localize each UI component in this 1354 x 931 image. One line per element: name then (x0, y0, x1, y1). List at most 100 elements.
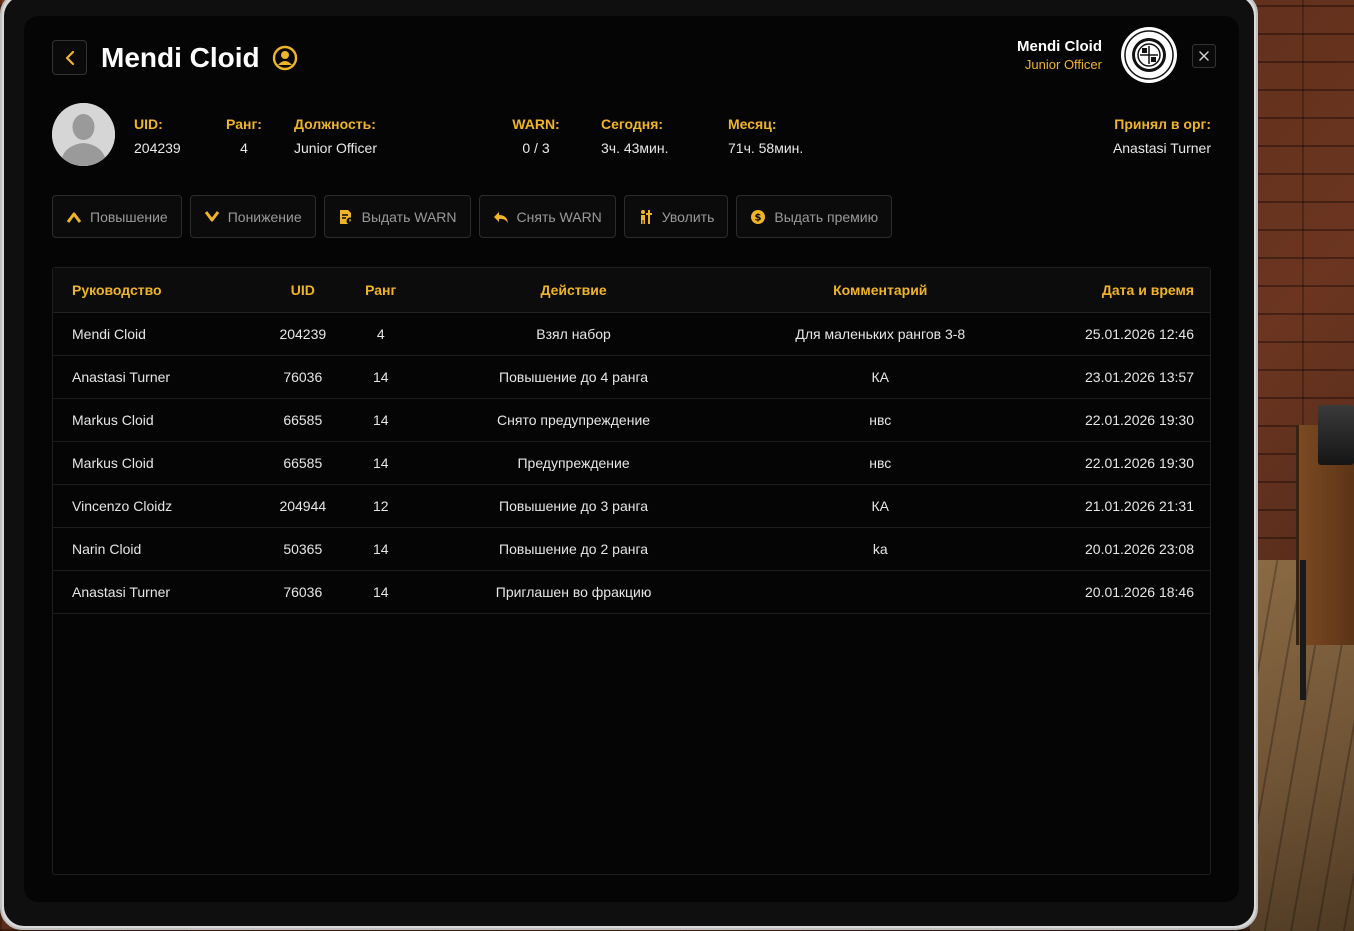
issue-bonus-button[interactable]: $ Выдать премию (736, 195, 893, 238)
stat-warn: WARN: 0 / 3 (506, 115, 566, 157)
cell-leader: Anastasi Turner (72, 369, 171, 385)
issue-warn-button-label: Выдать WARN (361, 208, 457, 225)
stat-position: Должность: Junior Officer (294, 115, 377, 157)
column-header-datetime: Дата и время (1101, 282, 1194, 298)
cell-uid: 204944 (279, 498, 327, 514)
stat-rank-value: 4 (240, 140, 248, 156)
demote-button-label: Понижение (227, 208, 302, 225)
stat-uid-value: 204239 (134, 140, 181, 156)
remove-warn-button[interactable]: Снять WARN (478, 195, 616, 238)
cell-datetime: 22.01.2026 19:30 (1085, 412, 1194, 428)
back-button[interactable] (52, 40, 87, 75)
column-header-action: Действие (540, 282, 607, 298)
table-row: Mendi Cloid 204239 4 Взял набор Для мале… (53, 313, 1210, 356)
cell-leader: Vincenzo Cloidz (72, 498, 173, 514)
action-toolbar: Повышение Понижение Выдать WARN Снять WA… (52, 195, 893, 238)
cell-uid: 204239 (279, 326, 327, 342)
cell-action: Повышение до 4 ранга (499, 369, 649, 385)
stat-month-label: Месяц: (728, 116, 777, 132)
stat-uid: UID: 204239 (134, 115, 181, 157)
cell-rank: 14 (372, 541, 389, 557)
cell-rank: 4 (376, 326, 385, 342)
cell-rank: 14 (372, 412, 389, 428)
promote-button[interactable]: Повышение (52, 195, 182, 238)
fire-person-icon (640, 209, 652, 224)
stat-rank-label: Ранг: (226, 116, 262, 132)
stat-warn-value: 0 / 3 (522, 140, 550, 156)
stat-today: Сегодня: 3ч. 43мин. (601, 115, 669, 157)
stat-position-value: Junior Officer (294, 140, 377, 156)
stat-month: Месяц: 71ч. 58мин. (728, 115, 803, 157)
table-row: Vincenzo Cloidz 204944 12 Повышение до 3… (53, 485, 1210, 528)
cell-comment: КА (871, 498, 890, 514)
stat-accepted-by-label: Принял в орг: (1114, 116, 1211, 132)
warn-document-icon (339, 209, 354, 224)
stat-accepted-by: Принял в орг: Anastasi Turner (1113, 115, 1211, 157)
cell-datetime: 21.01.2026 21:31 (1085, 498, 1194, 514)
organization-seal-icon (1121, 27, 1177, 83)
cell-uid: 66585 (283, 455, 323, 471)
cell-action: Приглашен во фракцию (495, 584, 652, 600)
cell-comment: Для маленьких рангов 3-8 (795, 326, 966, 342)
cell-action: Предупреждение (517, 455, 630, 471)
cell-leader: Anastasi Turner (72, 584, 171, 600)
column-header-uid: UID (290, 282, 315, 298)
column-header-rank: Ранг (365, 282, 397, 298)
cell-leader: Mendi Cloid (72, 326, 146, 342)
tablet-frame: Mendi Cloid Mendi Cloid Junior Officer U… (0, 0, 1258, 930)
table-row: Narin Cloid 50365 14 Повышение до 2 ранг… (53, 528, 1210, 571)
cell-action: Взял набор (536, 326, 611, 342)
history-table: Руководство UID Ранг Действие Комментари… (52, 267, 1211, 875)
cell-datetime: 23.01.2026 13:57 (1085, 369, 1194, 385)
close-button[interactable] (1192, 44, 1216, 68)
page-title-row: Mendi Cloid (101, 40, 298, 75)
cell-comment: КА (871, 369, 890, 385)
chevron-up-icon (66, 212, 82, 223)
demote-button[interactable]: Понижение (189, 195, 316, 238)
cell-rank: 14 (372, 369, 389, 385)
current-user-info: Mendi Cloid Junior Officer (1017, 38, 1102, 74)
cell-comment: нвс (869, 455, 892, 471)
table-row: Anastasi Turner 76036 14 Приглашен во фр… (53, 571, 1210, 614)
chevron-left-icon (65, 50, 74, 65)
dismiss-button[interactable]: Уволить (623, 195, 729, 238)
column-header-comment: Комментарий (833, 282, 928, 298)
user-badge-icon (272, 45, 298, 71)
cell-rank: 14 (372, 455, 389, 471)
page-title: Mendi Cloid (101, 41, 260, 73)
stat-today-label: Сегодня: (601, 116, 664, 132)
cell-comment: ka (872, 541, 888, 557)
cell-leader: Markus Cloid (72, 455, 154, 471)
issue-bonus-button-label: Выдать премию (774, 208, 879, 225)
promote-button-label: Повышение (90, 208, 168, 225)
column-header-leader: Руководство (72, 282, 162, 298)
coin-icon: $ (751, 209, 766, 224)
cell-datetime: 22.01.2026 19:30 (1085, 455, 1194, 471)
dismiss-button-label: Уволить (661, 208, 715, 225)
stat-position-label: Должность: (294, 116, 376, 132)
stat-month-value: 71ч. 58мин. (728, 140, 804, 156)
background-desk-leg (1300, 560, 1306, 700)
stat-rank: Ранг: 4 (219, 115, 269, 157)
tablet-bezel: Mendi Cloid Mendi Cloid Junior Officer U… (4, 0, 1254, 926)
chevron-down-icon (204, 210, 219, 221)
stat-uid-label: UID: (134, 116, 163, 132)
cell-comment: нвс (869, 412, 892, 428)
cell-datetime: 20.01.2026 18:46 (1085, 584, 1194, 600)
undo-icon (493, 211, 508, 223)
table-row: Markus Cloid 66585 14 Предупреждение нвс… (53, 442, 1210, 485)
svg-text:$: $ (755, 212, 762, 223)
issue-warn-button[interactable]: Выдать WARN (323, 195, 471, 238)
table-header: Руководство UID Ранг Действие Комментари… (53, 268, 1210, 313)
cell-datetime: 25.01.2026 12:46 (1085, 326, 1194, 342)
cell-action: Повышение до 3 ранга (499, 498, 649, 514)
cell-uid: 76036 (283, 369, 323, 385)
current-user-name: Mendi Cloid (1017, 38, 1102, 55)
remove-warn-button-label: Снять WARN (516, 208, 602, 225)
cell-uid: 50365 (283, 541, 323, 557)
close-icon (1199, 51, 1209, 61)
member-profile-panel: Mendi Cloid Mendi Cloid Junior Officer U… (24, 16, 1239, 902)
cell-rank: 12 (372, 498, 389, 514)
table-row: Anastasi Turner 76036 14 Повышение до 4 … (53, 356, 1210, 399)
cell-uid: 76036 (283, 584, 323, 600)
